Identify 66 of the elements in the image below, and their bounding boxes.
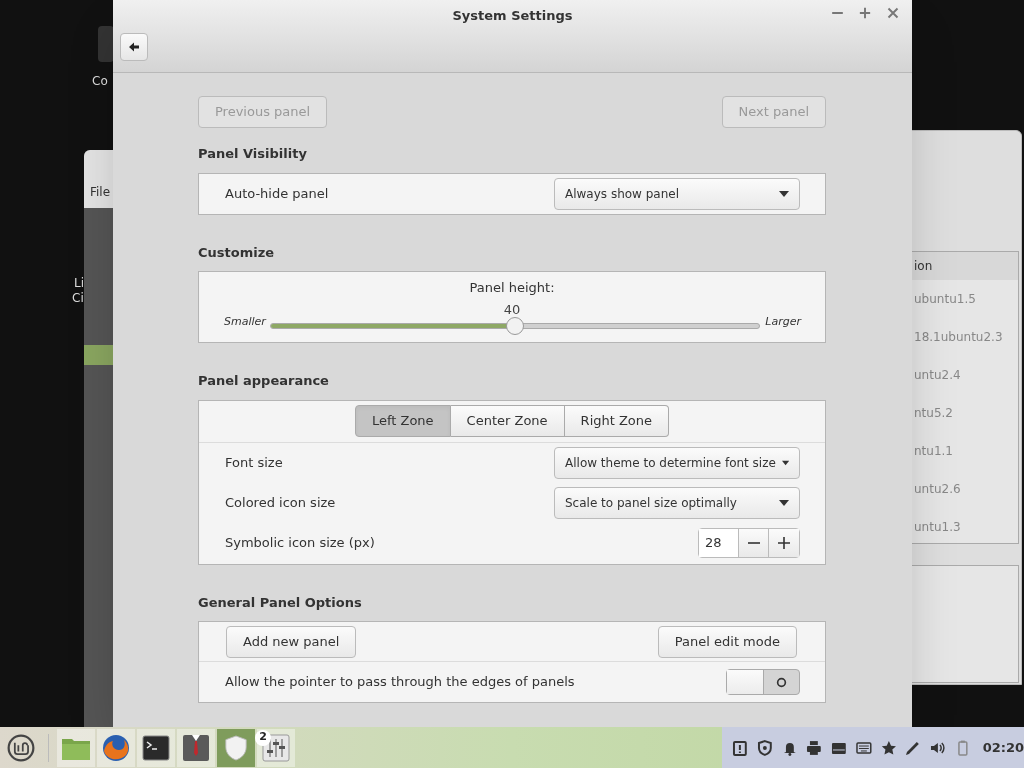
caret-icon bbox=[779, 499, 789, 506]
slider-thumb[interactable] bbox=[506, 317, 524, 335]
keyboard-icon bbox=[855, 739, 872, 756]
zone-tab[interactable]: Right Zone bbox=[564, 405, 670, 437]
dropdown[interactable]: Allow theme to determine font size bbox=[554, 446, 800, 479]
increment-button[interactable] bbox=[769, 528, 799, 557]
table-cell-text: ntu5.2 bbox=[913, 405, 954, 422]
suit-icon bbox=[182, 733, 210, 762]
selection-highlight bbox=[84, 345, 114, 365]
zone-tab[interactable]: Left Zone bbox=[354, 405, 451, 437]
table-cell-text: 18.1ubuntu2.3 bbox=[913, 329, 1004, 346]
zone-tab[interactable]: Center Zone bbox=[450, 405, 565, 437]
table-cell-text: ntu1.1 bbox=[913, 443, 954, 460]
window-title: System Settings bbox=[452, 7, 573, 25]
setting-label: Colored icon size bbox=[225, 493, 336, 512]
max-label: Larger bbox=[765, 314, 801, 330]
number-field[interactable]: 28 bbox=[699, 528, 739, 557]
table-cell-text: untu2.6 bbox=[913, 481, 962, 498]
section-title: Panel appearance bbox=[198, 372, 330, 390]
setting-label: Auto-hide panel bbox=[225, 184, 329, 203]
toggle-switch[interactable] bbox=[726, 669, 800, 695]
min-label: Smaller bbox=[224, 314, 266, 330]
caret-icon bbox=[779, 190, 789, 197]
setting-label: Symbolic icon size (px) bbox=[225, 533, 375, 552]
taskbar-launcher[interactable] bbox=[177, 728, 215, 767]
plus-icon bbox=[777, 535, 791, 550]
table-cell-text: untu2.4 bbox=[913, 367, 962, 384]
setting-label: Allow the pointer to pass through the edges of panels bbox=[225, 673, 575, 692]
taskbar-launcher[interactable]: 2 bbox=[257, 728, 295, 767]
menu-item[interactable]: File bbox=[90, 183, 111, 201]
panel-button[interactable]: Panel edit mode bbox=[657, 625, 797, 658]
shield-icon bbox=[756, 739, 773, 756]
sidebar-label: Li bbox=[74, 275, 85, 291]
slider-label: Panel height: bbox=[468, 279, 556, 297]
star-icon bbox=[880, 739, 897, 756]
clipboard-icon bbox=[732, 739, 748, 756]
sidebar-label: Ci bbox=[72, 290, 84, 306]
off-indicator-icon bbox=[776, 677, 787, 688]
column-header: ion bbox=[912, 252, 1018, 280]
mint-logo-icon bbox=[6, 732, 36, 763]
section-title: General Panel Options bbox=[198, 593, 363, 612]
back-arrow-icon bbox=[128, 41, 140, 53]
taskbar-launcher[interactable] bbox=[97, 728, 135, 767]
icon-label: Co bbox=[92, 73, 108, 90]
dropdown[interactable]: Scale to panel size optimally bbox=[554, 486, 800, 519]
setting-label: Font size bbox=[225, 453, 283, 472]
section-title: Panel Visibility bbox=[198, 145, 308, 163]
table-cell-text: ubuntu1.5 bbox=[913, 291, 977, 308]
dropdown[interactable]: Always show panel bbox=[554, 177, 800, 210]
section-title: Customize bbox=[198, 243, 276, 262]
caret-icon bbox=[781, 459, 789, 466]
sliders-icon bbox=[262, 733, 290, 762]
taskbar-launcher[interactable] bbox=[137, 728, 175, 767]
browser-icon bbox=[101, 732, 131, 763]
slider-value: 40 bbox=[502, 301, 522, 319]
table-cell-text: untu1.3 bbox=[913, 519, 962, 536]
shield-icon bbox=[224, 734, 248, 761]
terminal-icon bbox=[142, 733, 170, 762]
minus-icon bbox=[747, 541, 760, 544]
minimize-icon bbox=[831, 12, 843, 14]
clock: 02:20 bbox=[982, 738, 1024, 757]
printer-icon bbox=[806, 739, 823, 756]
back-button[interactable] bbox=[120, 33, 148, 61]
decrement-button[interactable] bbox=[739, 528, 769, 557]
count-badge: 2 bbox=[255, 729, 271, 746]
panel-button[interactable]: Add new panel bbox=[226, 625, 357, 658]
